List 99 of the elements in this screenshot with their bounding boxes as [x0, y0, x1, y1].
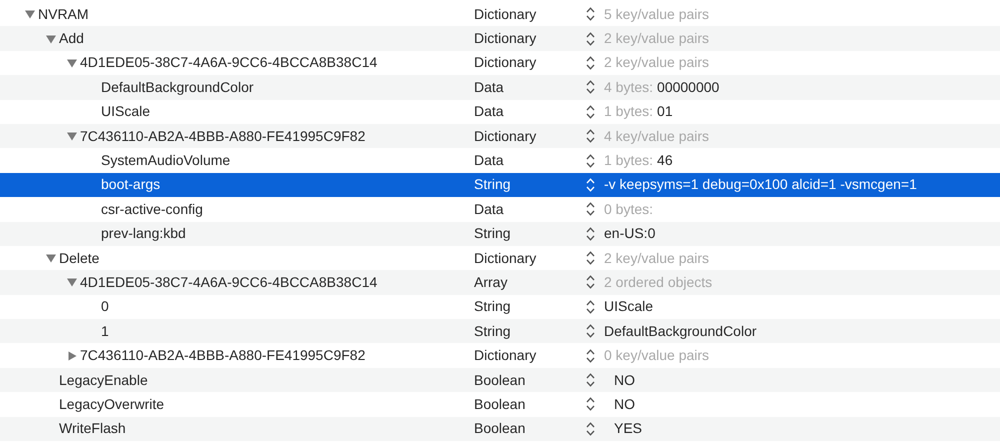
type-text: Data: [474, 152, 504, 168]
stepper-icon[interactable]: [586, 324, 595, 338]
key-text: 4D1EDE05-38C7-4A6A-9CC6-4BCCA8B38C14: [80, 53, 378, 72]
type-text: Dictionary: [474, 30, 536, 46]
triangle-down-icon[interactable]: [25, 9, 35, 20]
value-summary: 4 bytes:: [604, 78, 654, 97]
stepper-icon[interactable]: [586, 373, 595, 388]
stepper-icon[interactable]: [586, 154, 595, 168]
triangle-down-icon[interactable]: [67, 131, 77, 142]
value-text: 00000000: [657, 78, 720, 97]
value-text: NO: [613, 394, 635, 414]
value-text: en-US:0: [604, 224, 656, 244]
type-text: String: [474, 322, 511, 339]
stepper-icon[interactable]: [586, 129, 595, 144]
value-text: YES: [613, 419, 642, 438]
tree-row[interactable]: csr-active-config Data 0 bytes:: [0, 197, 1000, 222]
type-text: String: [474, 298, 511, 314]
value-summary: 2 key/value pairs: [604, 29, 710, 48]
type-text: Dictionary: [474, 54, 536, 70]
tree-row[interactable]: Delete Dictionary 2 key/value pairs: [0, 246, 1000, 270]
key-text: WriteFlash: [59, 419, 126, 438]
type-text: Data: [474, 200, 504, 217]
key-text: LegacyEnable: [59, 370, 148, 390]
triangle-down-icon[interactable]: [46, 253, 56, 264]
tree-row[interactable]: 1 String DefaultBackgroundColor: [0, 319, 1000, 344]
stepper-icon[interactable]: [586, 104, 595, 119]
value-summary: 1 bytes:: [604, 151, 654, 170]
type-text: String: [474, 225, 511, 242]
tree-row[interactable]: prev-lang:kbd String en-US:0: [0, 222, 1000, 246]
tree-row[interactable]: SystemAudioVolume Data 1 bytes: 46: [0, 148, 1000, 173]
value-text: UIScale: [604, 297, 654, 316]
key-text: DefaultBackgroundColor: [101, 78, 254, 97]
value-summary: 2 key/value pairs: [604, 53, 710, 72]
type-text: Dictionary: [474, 128, 536, 144]
tree-row[interactable]: boot-args String -v keepsyms=1 debug=0x100 alcid=1 -vsmcgen=1: [0, 172, 1000, 198]
triangle-right-icon[interactable]: [67, 350, 77, 361]
key-text: NVRAM: [38, 4, 89, 24]
stepper-icon[interactable]: [586, 275, 595, 290]
tree-row[interactable]: UIScale Data 1 bytes: 01: [0, 100, 1000, 124]
type-text: Dictionary: [474, 6, 536, 22]
stepper-icon[interactable]: [586, 422, 595, 436]
key-text: Add: [59, 29, 84, 48]
triangle-down-icon[interactable]: [46, 34, 56, 44]
stepper-icon[interactable]: [586, 397, 595, 412]
key-text: UIScale: [101, 102, 150, 122]
stepper-icon[interactable]: [586, 226, 595, 241]
value-text: -v keepsyms=1 debug=0x100 alcid=1 -vsmcgen=1: [604, 175, 917, 194]
type-text: Dictionary: [474, 347, 536, 364]
type-text: Data: [474, 103, 504, 120]
tree-row[interactable]: LegacyOverwrite Boolean NO: [0, 392, 1000, 417]
key-text: LegacyOverwrite: [59, 394, 164, 414]
tree-row[interactable]: Add Dictionary 2 key/value pairs: [0, 26, 1000, 51]
tree-row[interactable]: 4D1EDE05-38C7-4A6A-9CC6-4BCCA8B38C14 Array 2 ordered objects: [0, 270, 1000, 295]
key-text: 0: [101, 297, 109, 316]
tree-row[interactable]: WriteFlash Boolean YES: [0, 416, 1000, 442]
key-text: 7C436110-AB2A-4BBB-A880-FE41995C9F82: [80, 346, 366, 366]
tree-row[interactable]: NVRAM Dictionary 5 key/value pairs: [0, 2, 1000, 26]
stepper-icon[interactable]: [586, 251, 595, 266]
type-text: Data: [474, 78, 504, 95]
stepper-icon[interactable]: [586, 202, 595, 216]
tree-row[interactable]: LegacyEnable Boolean NO: [0, 368, 1000, 392]
stepper-icon[interactable]: [586, 7, 595, 22]
value-summary: 4 key/value pairs: [604, 126, 710, 146]
type-text: Dictionary: [474, 250, 536, 266]
key-text: Delete: [59, 248, 100, 268]
key-text: 4D1EDE05-38C7-4A6A-9CC6-4BCCA8B38C14: [80, 272, 378, 292]
key-text: 7C436110-AB2A-4BBB-A880-FE41995C9F82: [80, 126, 366, 146]
key-text: csr-active-config: [101, 200, 203, 219]
value-summary: 1 bytes:: [604, 102, 654, 122]
stepper-icon[interactable]: [586, 56, 595, 70]
tree-row[interactable]: DefaultBackgroundColor Data 4 bytes: 00000000: [0, 75, 1000, 100]
type-text: String: [474, 176, 511, 192]
value-text: 46: [657, 151, 673, 170]
value-text: 01: [657, 102, 673, 122]
key-text: prev-lang:kbd: [101, 224, 186, 244]
value-summary: 5 key/value pairs: [604, 4, 710, 24]
key-text: SystemAudioVolume: [101, 151, 230, 170]
key-text: 1: [101, 322, 109, 341]
tree-row[interactable]: 0 String UIScale: [0, 294, 1000, 320]
type-text: Array: [474, 274, 508, 290]
tree-row[interactable]: 4D1EDE05-38C7-4A6A-9CC6-4BCCA8B38C14 Dictionary 2 key/value pairs: [0, 50, 1000, 76]
value-text: NO: [613, 370, 635, 390]
value-summary: 2 ordered objects: [604, 272, 712, 292]
type-text: Boolean: [474, 372, 526, 388]
stepper-icon[interactable]: [586, 80, 595, 94]
triangle-down-icon[interactable]: [67, 58, 77, 68]
tree-row[interactable]: 7C436110-AB2A-4BBB-A880-FE41995C9F82 Dictionary 0 key/value pairs: [0, 343, 1000, 368]
value-summary: 2 key/value pairs: [604, 248, 710, 268]
stepper-icon[interactable]: [586, 348, 595, 363]
type-text: Boolean: [474, 396, 526, 412]
value-summary: 0 key/value pairs: [604, 346, 710, 366]
tree-row[interactable]: 7C436110-AB2A-4BBB-A880-FE41995C9F82 Dictionary 4 key/value pairs: [0, 124, 1000, 148]
value-text: DefaultBackgroundColor: [604, 322, 757, 341]
key-text: boot-args: [101, 175, 160, 194]
type-text: Boolean: [474, 420, 526, 436]
value-summary: 0 bytes:: [604, 200, 654, 219]
triangle-down-icon[interactable]: [67, 277, 77, 288]
stepper-icon[interactable]: [586, 300, 595, 314]
stepper-icon[interactable]: [586, 32, 595, 46]
